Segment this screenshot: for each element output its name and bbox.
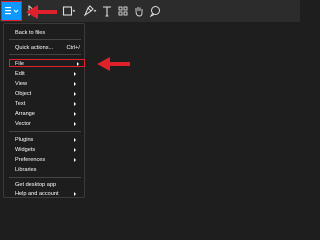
menu-item-label: Help and account xyxy=(15,190,59,197)
menu-item-quick-actions[interactable]: Quick actions... Ctrl+/ xyxy=(4,44,84,52)
menu-item-label: Widgets xyxy=(15,146,36,153)
comment-tool-icon xyxy=(149,6,160,18)
menu-item-label: Get desktop app xyxy=(15,181,57,188)
menu-item-help-and-account[interactable]: Help and account xyxy=(4,190,84,198)
menu-item-edit[interactable]: Edit xyxy=(4,70,84,78)
menu-divider xyxy=(9,39,81,40)
menu-item-back-to-files[interactable]: Back to files xyxy=(4,29,84,37)
menu-item-label: Text xyxy=(15,100,26,107)
menu-item-label: Back to files xyxy=(15,29,46,36)
comment-tool[interactable] xyxy=(148,4,162,18)
menu-divider xyxy=(9,131,81,132)
chevron-right-icon xyxy=(74,92,76,96)
chevron-right-icon xyxy=(74,138,76,142)
chevron-right-icon xyxy=(74,192,76,196)
menu-item-label: View xyxy=(15,80,28,87)
chevron-right-icon xyxy=(74,72,76,76)
pen-tool-icon xyxy=(83,5,97,17)
menu-item-view[interactable]: View xyxy=(4,80,84,88)
chevron-right-icon xyxy=(74,148,76,152)
main-menu-icon xyxy=(5,7,19,15)
text-tool[interactable] xyxy=(100,4,114,18)
annotation-arrow-toolbar xyxy=(26,5,57,19)
main-menu-button[interactable] xyxy=(1,1,22,21)
pen-tool[interactable] xyxy=(82,4,97,18)
menu-item-text[interactable]: Text xyxy=(4,100,84,108)
frame-tool-icon xyxy=(62,6,75,16)
hand-tool[interactable] xyxy=(132,4,146,18)
resources-tool[interactable] xyxy=(116,4,130,18)
menu-item-label: Libraries xyxy=(15,166,37,173)
menu-item-shortcut: Ctrl+/ xyxy=(66,44,80,51)
main-menu-dropdown: Back to files Quick actions... Ctrl+/ Fi… xyxy=(3,23,85,198)
menu-item-preferences[interactable]: Preferences xyxy=(4,156,84,164)
text-tool-icon xyxy=(103,6,111,17)
menu-item-label: Edit xyxy=(15,70,25,77)
menu-item-libraries[interactable]: Libraries xyxy=(4,166,84,174)
annotation-arrow-file xyxy=(97,57,130,71)
chevron-right-icon xyxy=(74,102,76,106)
menu-item-plugins[interactable]: Plugins xyxy=(4,136,84,144)
frame-tool[interactable] xyxy=(61,4,75,18)
menu-item-widgets[interactable]: Widgets xyxy=(4,146,84,154)
menu-item-label: Arrange xyxy=(15,110,35,117)
menu-item-label: Plugins xyxy=(15,136,34,143)
menu-divider xyxy=(9,54,81,55)
menu-item-vector[interactable]: Vector xyxy=(4,120,84,128)
menu-item-get-desktop-app[interactable]: Get desktop app xyxy=(4,181,84,189)
menu-item-label: Quick actions... xyxy=(15,44,54,51)
menu-item-file[interactable]: File xyxy=(9,59,85,67)
menu-item-label: Vector xyxy=(15,120,31,127)
hand-tool-icon xyxy=(135,7,143,17)
chevron-right-icon xyxy=(74,122,76,126)
menu-divider xyxy=(9,177,81,178)
menu-item-arrange[interactable]: Arrange xyxy=(4,110,84,118)
chevron-right-icon xyxy=(74,82,76,86)
resources-tool-icon xyxy=(118,6,128,16)
chevron-right-icon xyxy=(74,158,76,162)
chevron-right-icon xyxy=(74,112,76,116)
chevron-right-icon xyxy=(77,62,79,66)
menu-item-label: Object xyxy=(15,90,32,97)
menu-item-label: File xyxy=(15,60,25,67)
menu-item-object[interactable]: Object xyxy=(4,90,84,98)
menu-item-label: Preferences xyxy=(15,156,46,163)
